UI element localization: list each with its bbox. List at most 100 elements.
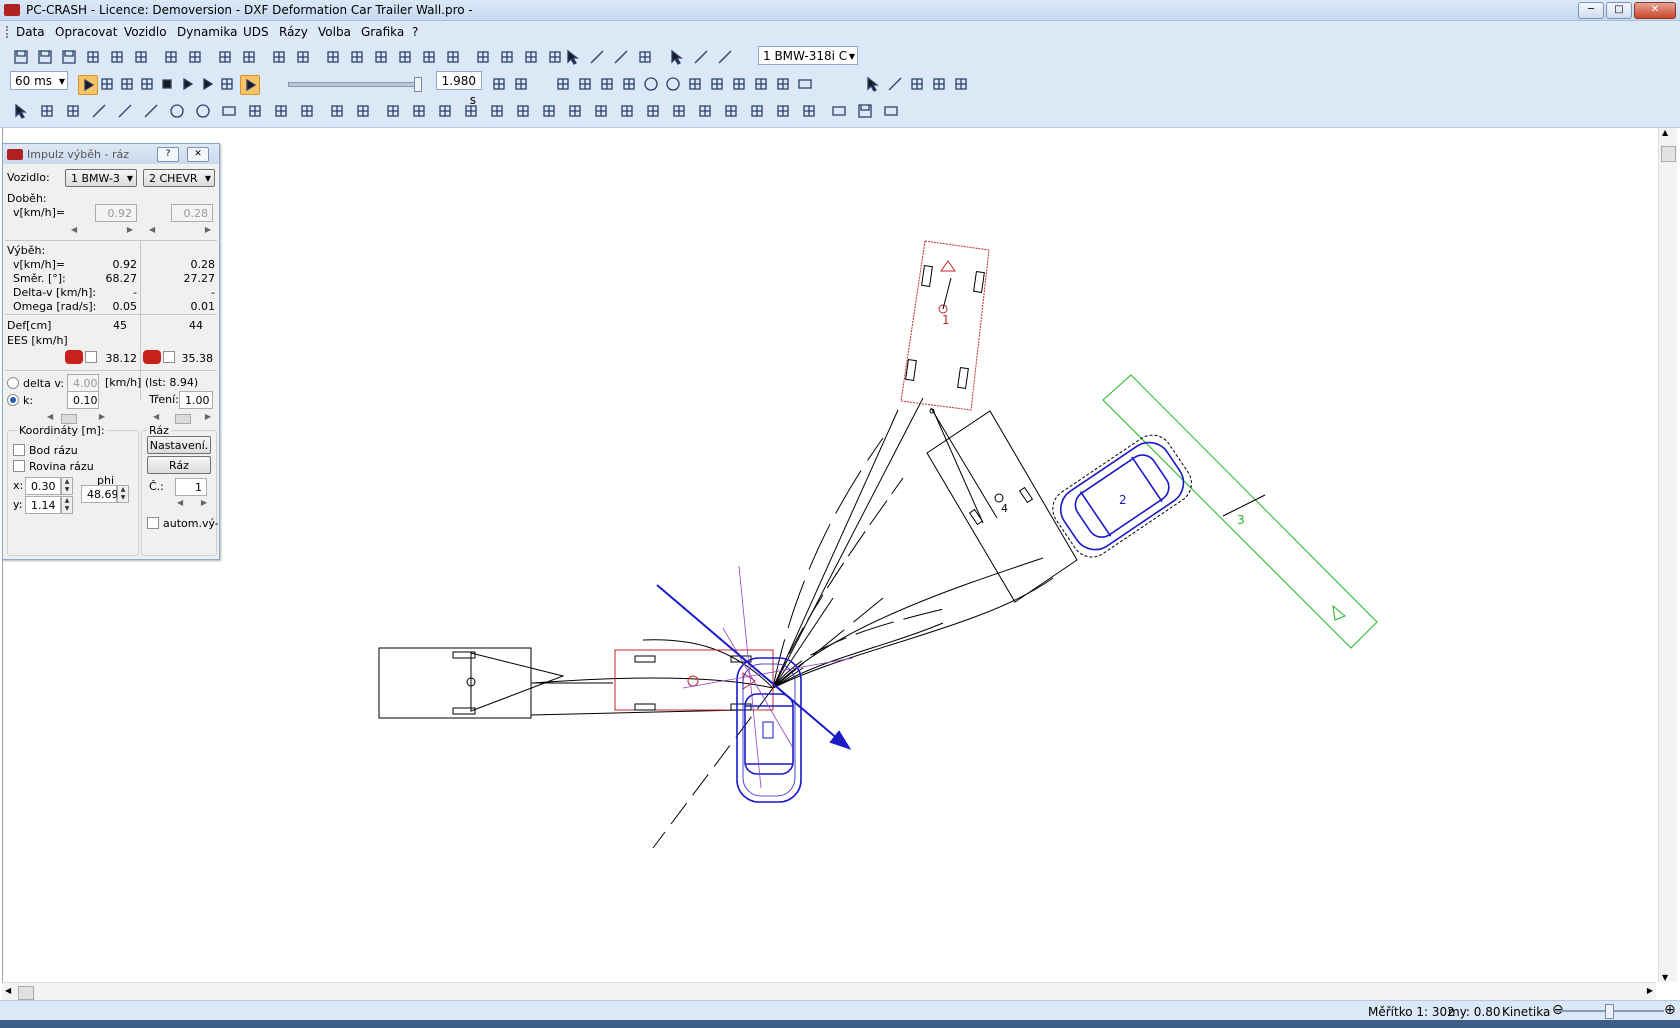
c-scroll[interactable]: ◀ ▶	[177, 498, 207, 510]
duplicate-icon[interactable]	[436, 102, 454, 120]
color-icon[interactable]	[774, 102, 792, 120]
save-file-icon[interactable]	[856, 102, 874, 120]
3d-rotate-icon[interactable]	[566, 102, 584, 120]
dimension-icon[interactable]	[272, 102, 290, 120]
car-2-icon[interactable]	[143, 350, 161, 364]
hand-pan-icon[interactable]	[396, 48, 414, 66]
stop-icon[interactable]	[158, 75, 176, 93]
hatch-icon[interactable]	[644, 102, 662, 120]
record-forward-icon[interactable]	[240, 75, 260, 95]
scroll-left-icon[interactable]: ◀	[47, 412, 53, 421]
delta-v-field[interactable]: 4.00	[67, 374, 99, 392]
curve-icon[interactable]	[142, 102, 160, 120]
scroll-right-icon[interactable]: ▶	[1647, 986, 1653, 995]
skip-start-icon[interactable]	[98, 75, 116, 93]
k-scroll[interactable]: ◀ ▶	[47, 412, 105, 424]
dxf-icon[interactable]	[576, 75, 594, 93]
raz-button[interactable]: Ráz	[147, 456, 211, 474]
pen-icon[interactable]	[930, 75, 948, 93]
fast-forward-icon[interactable]	[198, 75, 216, 93]
open-folder-icon[interactable]	[830, 102, 848, 120]
path-hand-icon[interactable]	[716, 48, 734, 66]
treni-scroll[interactable]: ◀ ▶	[153, 412, 211, 424]
sun-icon[interactable]	[664, 75, 682, 93]
dialog-close-button[interactable]: ✕	[187, 147, 209, 162]
vehicle-select[interactable]: 1 BMW-318i C ▼	[758, 46, 858, 65]
copy-layer-icon[interactable]	[328, 102, 346, 120]
layers-stack-icon[interactable]	[670, 102, 688, 120]
move-icon[interactable]	[64, 102, 82, 120]
rectangle-icon[interactable]	[220, 102, 238, 120]
triangle-icon[interactable]	[774, 75, 792, 93]
circle-icon[interactable]	[194, 102, 212, 120]
step-back-icon[interactable]	[138, 75, 156, 93]
delta-v-radio[interactable]	[7, 377, 19, 389]
cross-icon[interactable]	[298, 102, 316, 120]
select-vehicle-icon[interactable]	[564, 48, 582, 66]
time-slider-track[interactable]	[288, 82, 420, 87]
node-edit-icon[interactable]	[410, 102, 428, 120]
horizontal-scroll-thumb[interactable]	[18, 986, 34, 1000]
scroll-right-icon[interactable]: ▶	[99, 412, 105, 421]
node-icon[interactable]	[384, 102, 402, 120]
k-field[interactable]: 0.10	[67, 391, 99, 409]
polyline-icon[interactable]	[692, 48, 710, 66]
gear-icon[interactable]	[708, 75, 726, 93]
help-icon[interactable]	[546, 48, 564, 66]
transform-icon[interactable]	[514, 102, 532, 120]
3d-move-icon[interactable]	[540, 102, 558, 120]
k-radio[interactable]	[7, 394, 19, 406]
fit-icon[interactable]	[420, 48, 438, 66]
menu-opracovat[interactable]: Opracovat	[55, 25, 117, 39]
k-scroll-thumb[interactable]	[61, 414, 77, 424]
grid-icon[interactable]	[372, 48, 390, 66]
scroll-left-icon[interactable]: ◀	[153, 412, 159, 421]
minimize-button[interactable]: ─	[1578, 2, 1604, 19]
phi-spinner[interactable]: ▲ ▼	[117, 485, 129, 503]
select-arrow-icon[interactable]	[668, 48, 686, 66]
undo-icon[interactable]	[270, 48, 288, 66]
time-value-field[interactable]: 1.980 s	[436, 71, 482, 107]
vertical-scroll-thumb[interactable]	[1661, 146, 1676, 162]
dialog-help-button[interactable]: ?	[157, 147, 179, 162]
sequence-icon[interactable]	[512, 75, 530, 93]
menu-data[interactable]: Data	[16, 25, 45, 39]
bmp-icon[interactable]	[554, 75, 572, 93]
redo-icon[interactable]	[294, 48, 312, 66]
x-spinner[interactable]: ▲ ▼	[61, 477, 73, 495]
car-1-icon[interactable]	[65, 350, 83, 364]
text-abc-icon[interactable]	[246, 102, 264, 120]
menu-help[interactable]: ?	[412, 25, 418, 39]
arc-icon[interactable]	[168, 102, 186, 120]
scroll-down-icon[interactable]: ▼	[1662, 973, 1668, 982]
zoom-in-icon[interactable]: ⊕	[1664, 1002, 1676, 1018]
x-field[interactable]: 0.30	[25, 477, 61, 495]
menu-grafika[interactable]: Grafika	[361, 25, 404, 39]
fast-back-icon[interactable]	[118, 75, 136, 93]
scroll-left-icon[interactable]: ◀	[149, 225, 155, 234]
vertical-scrollbar[interactable]: ▲ ▼	[1658, 128, 1677, 982]
save-icon[interactable]	[12, 48, 30, 66]
export-down-icon[interactable]	[752, 75, 770, 93]
car-icon[interactable]	[84, 48, 102, 66]
print-preview-icon[interactable]	[162, 48, 180, 66]
zoom-out-icon[interactable]	[348, 48, 366, 66]
light-icon[interactable]	[686, 75, 704, 93]
menu-vozidlo[interactable]: Vozidlo	[124, 25, 167, 39]
maximize-button[interactable]: □	[1606, 2, 1632, 19]
path-icon[interactable]	[886, 75, 904, 93]
layers-icon[interactable]	[474, 48, 492, 66]
scroll-right-icon[interactable]: ▶	[201, 498, 207, 507]
signature-icon[interactable]	[696, 102, 714, 120]
dobeh-v2-scroll[interactable]: ◀ ▶	[147, 225, 213, 237]
path-edit-icon[interactable]	[612, 48, 630, 66]
measure-icon[interactable]	[444, 48, 462, 66]
trailer-red-center[interactable]	[614, 649, 774, 711]
zoom-slider-thumb[interactable]	[1605, 1004, 1614, 1019]
treni-field[interactable]: 1.00	[179, 391, 213, 409]
erase-icon[interactable]	[618, 102, 636, 120]
scroll-up-icon[interactable]: ▲	[1662, 128, 1668, 137]
dialog-titlebar[interactable]: Impulz výběh - ráz ? ✕	[3, 144, 219, 164]
path-icon[interactable]	[588, 48, 606, 66]
y-field[interactable]: 1.14	[25, 496, 61, 514]
